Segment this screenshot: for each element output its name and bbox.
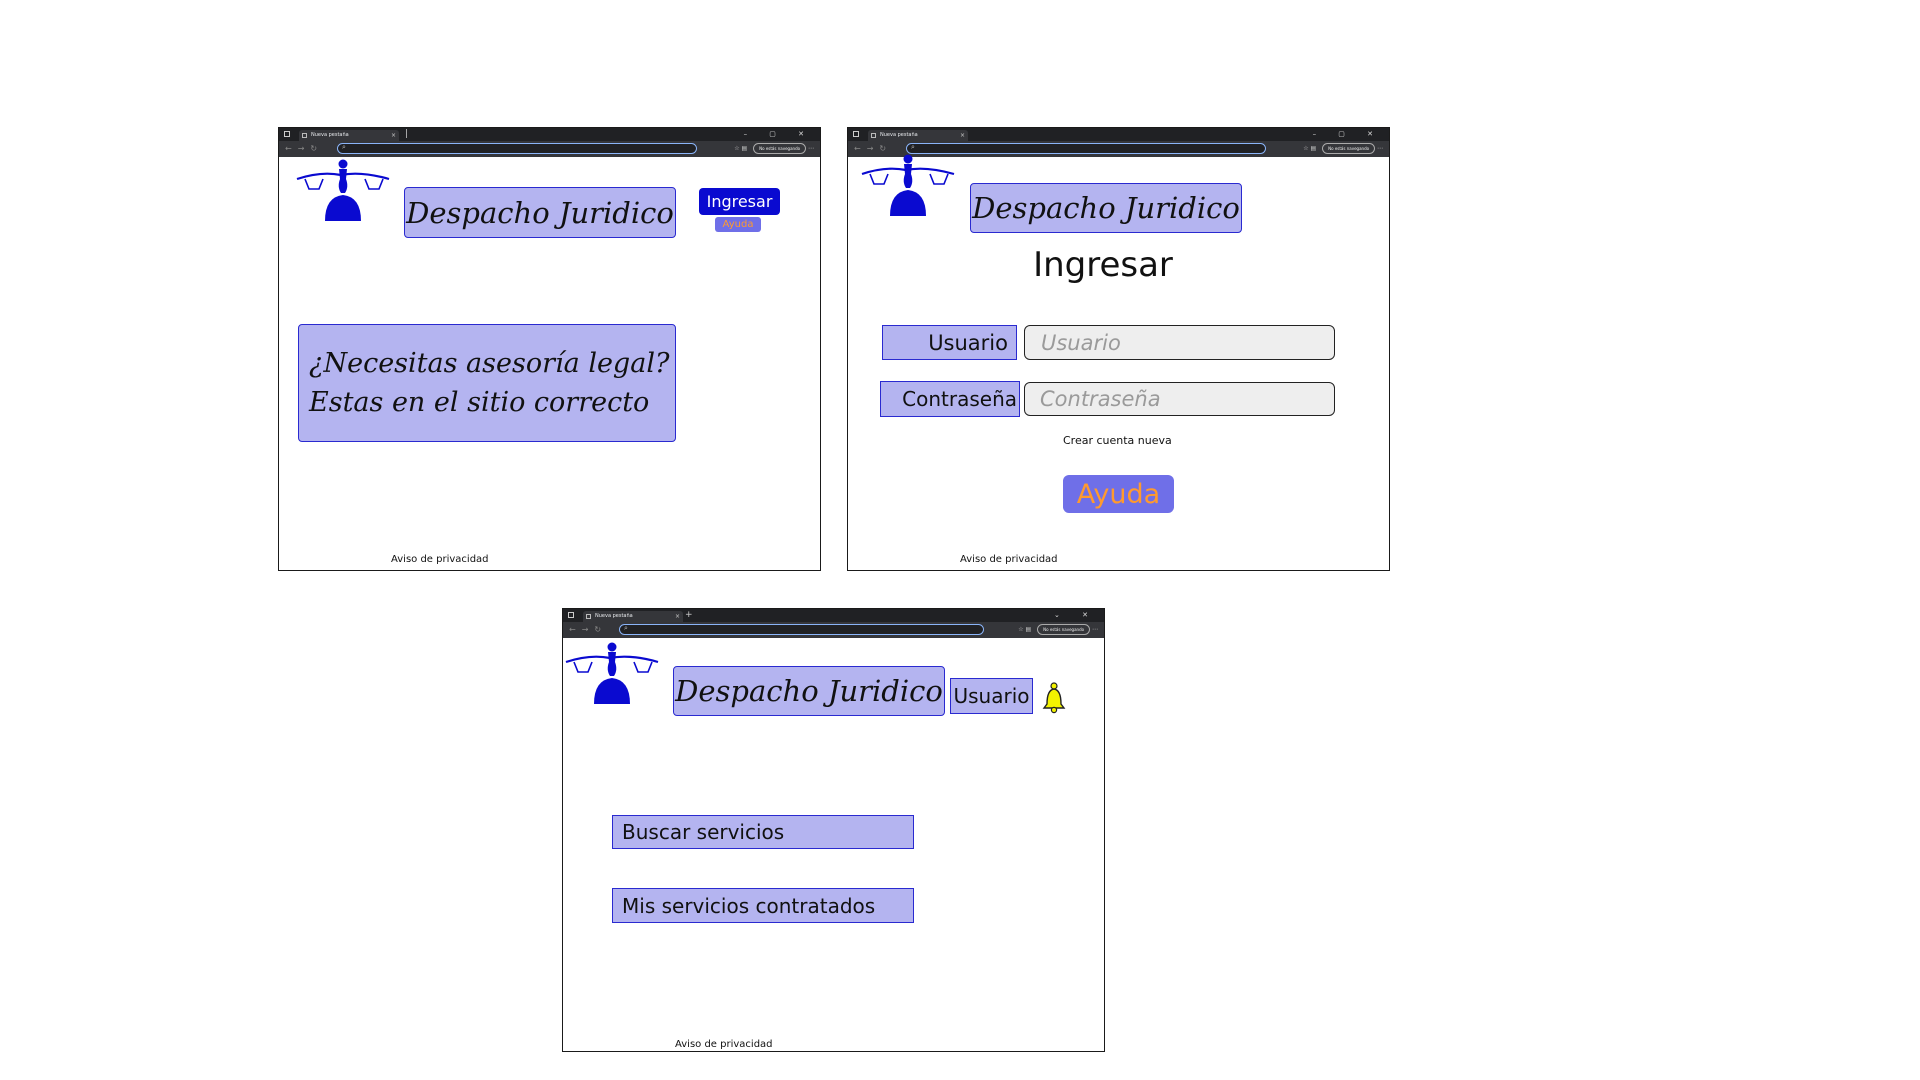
window-menu-icon[interactable] xyxy=(853,131,859,137)
hero-line-2: Estas en el sitio correcto xyxy=(309,387,650,418)
menu-item-label: Buscar servicios xyxy=(622,820,785,844)
extensions-icon[interactable]: ☆ ▤ xyxy=(734,145,747,152)
menu-item-buscar-servicios[interactable]: Buscar servicios xyxy=(612,815,914,849)
password-input[interactable] xyxy=(1024,382,1335,416)
page-content: Despacho Juridico Usuario Buscar servici… xyxy=(563,638,1104,1051)
more-menu-icon[interactable]: ⋯ xyxy=(1377,145,1383,152)
login-button[interactable]: Ingresar xyxy=(699,188,780,215)
site-title-text: Despacho Juridico xyxy=(972,191,1240,225)
login-heading: Ingresar xyxy=(1033,245,1173,285)
toolbar-right: ☆ ▤ No estás navegando ⋯ xyxy=(1303,143,1383,154)
tab-close-icon[interactable]: × xyxy=(960,130,965,141)
site-title: Despacho Juridico xyxy=(970,183,1242,233)
menu-item-label: Mis servicios contratados xyxy=(622,893,876,918)
window-controls[interactable]: ⌄ ✕ xyxy=(1054,609,1098,621)
tab-close-icon[interactable]: × xyxy=(391,130,396,141)
tab-title: Nueva pestaña xyxy=(880,132,918,138)
login-button-label: Ingresar xyxy=(706,192,773,211)
privacy-link[interactable]: Aviso de privacidad xyxy=(960,554,1058,565)
hero-box: ¿Necesitas asesoría legal? Estas en el s… xyxy=(298,324,676,442)
menu-item-mis-servicios[interactable]: Mis servicios contratados xyxy=(612,888,914,923)
tab-close-icon[interactable]: × xyxy=(675,611,680,622)
site-title: Despacho Juridico xyxy=(404,187,676,238)
tab-favicon-icon xyxy=(871,133,876,138)
scales-logo-icon xyxy=(564,640,660,704)
bell-icon[interactable] xyxy=(1041,682,1067,714)
window-controls[interactable]: – ▢ ✕ xyxy=(744,128,814,140)
password-label: Contraseña xyxy=(880,381,1020,417)
user-label-text: Usuario xyxy=(928,330,1008,355)
tab-favicon-icon xyxy=(302,133,307,138)
tab-bar: Nueva pestaña × – ▢ ✕ xyxy=(848,128,1389,141)
browser-tab[interactable]: Nueva pestaña × xyxy=(299,130,399,141)
address-bar[interactable]: ⌕ xyxy=(619,624,984,635)
browser-tab[interactable]: Nueva pestaña × xyxy=(868,130,968,141)
password-label-text: Contraseña xyxy=(902,387,1017,411)
window-menu-icon[interactable] xyxy=(284,131,290,137)
tab-bar: Nueva pestaña × + ⌄ ✕ xyxy=(563,609,1104,622)
new-tab-icon[interactable]: | xyxy=(405,128,408,140)
user-label: Usuario xyxy=(882,325,1017,360)
user-input[interactable] xyxy=(1024,325,1335,360)
help-button[interactable]: Ayuda xyxy=(1063,475,1174,513)
extensions-icon[interactable]: ☆ ▤ xyxy=(1303,145,1316,152)
browser-chrome: Nueva pestaña × | – ▢ ✕ ←→↻ ⌕ ☆ ▤ No est… xyxy=(279,128,820,157)
landing-mockup: Nueva pestaña × | – ▢ ✕ ←→↻ ⌕ ☆ ▤ No est… xyxy=(278,127,821,571)
site-title: Despacho Juridico xyxy=(673,666,945,716)
toolbar-right: ☆ ▤ No estás navegando ⋯ xyxy=(734,143,814,154)
browser-toolbar: ←→↻ ⌕ ☆ ▤ No estás navegando ⋯ xyxy=(279,141,820,157)
browser-chrome: Nueva pestaña × + ⌄ ✕ ←→↻ ⌕ ☆ ▤ No estás… xyxy=(563,609,1104,638)
hero-line-1: ¿Necesitas asesoría legal? xyxy=(309,348,670,379)
create-account-link[interactable]: Crear cuenta nueva xyxy=(1063,434,1172,447)
search-icon: ⌕ xyxy=(911,143,915,151)
more-menu-icon[interactable]: ⋯ xyxy=(808,145,814,152)
site-title-text: Despacho Juridico xyxy=(406,195,674,230)
nav-buttons-icon[interactable]: ←→↻ xyxy=(569,624,607,636)
tab-title: Nueva pestaña xyxy=(595,613,633,619)
profile-pill[interactable]: No estás navegando xyxy=(753,143,807,154)
browser-tab[interactable]: Nueva pestaña × xyxy=(583,611,683,622)
address-bar[interactable]: ⌕ xyxy=(906,143,1266,154)
privacy-link[interactable]: Aviso de privacidad xyxy=(391,554,489,565)
search-icon: ⌕ xyxy=(624,624,628,632)
window-controls[interactable]: – ▢ ✕ xyxy=(1313,128,1383,140)
scales-logo-icon xyxy=(295,157,391,221)
extensions-icon[interactable]: ☆ ▤ xyxy=(1018,626,1031,633)
user-account-button[interactable]: Usuario xyxy=(950,678,1033,714)
login-mockup: Nueva pestaña × – ▢ ✕ ←→↻ ⌕ ☆ ▤ No estás… xyxy=(847,127,1390,571)
page-content: Despacho Juridico Ingresar Ayuda ¿Necesi… xyxy=(279,157,820,570)
user-account-label: Usuario xyxy=(953,684,1030,708)
help-button[interactable]: Ayuda xyxy=(715,217,761,232)
nav-buttons-icon[interactable]: ←→↻ xyxy=(285,143,323,155)
tab-bar: Nueva pestaña × | – ▢ ✕ xyxy=(279,128,820,141)
profile-pill[interactable]: No estás navegando xyxy=(1322,143,1376,154)
more-menu-icon[interactable]: ⋯ xyxy=(1092,626,1098,633)
profile-pill[interactable]: No estás navegando xyxy=(1037,624,1091,635)
toolbar-right: ☆ ▤ No estás navegando ⋯ xyxy=(1018,624,1098,635)
search-icon: ⌕ xyxy=(342,143,346,151)
scales-logo-icon xyxy=(860,152,956,216)
address-bar[interactable]: ⌕ xyxy=(337,143,697,154)
dashboard-mockup: Nueva pestaña × + ⌄ ✕ ←→↻ ⌕ ☆ ▤ No estás… xyxy=(562,608,1105,1052)
new-tab-icon[interactable]: + xyxy=(685,609,693,621)
browser-toolbar: ←→↻ ⌕ ☆ ▤ No estás navegando ⋯ xyxy=(563,622,1104,638)
tab-title: Nueva pestaña xyxy=(311,132,349,138)
privacy-link[interactable]: Aviso de privacidad xyxy=(675,1039,773,1050)
tab-favicon-icon xyxy=(586,614,591,619)
site-title-text: Despacho Juridico xyxy=(675,674,943,708)
page-content: Despacho Juridico Ingresar Usuario Contr… xyxy=(848,157,1389,570)
help-button-label: Ayuda xyxy=(722,219,754,230)
window-menu-icon[interactable] xyxy=(568,612,574,618)
help-button-label: Ayuda xyxy=(1076,478,1161,510)
